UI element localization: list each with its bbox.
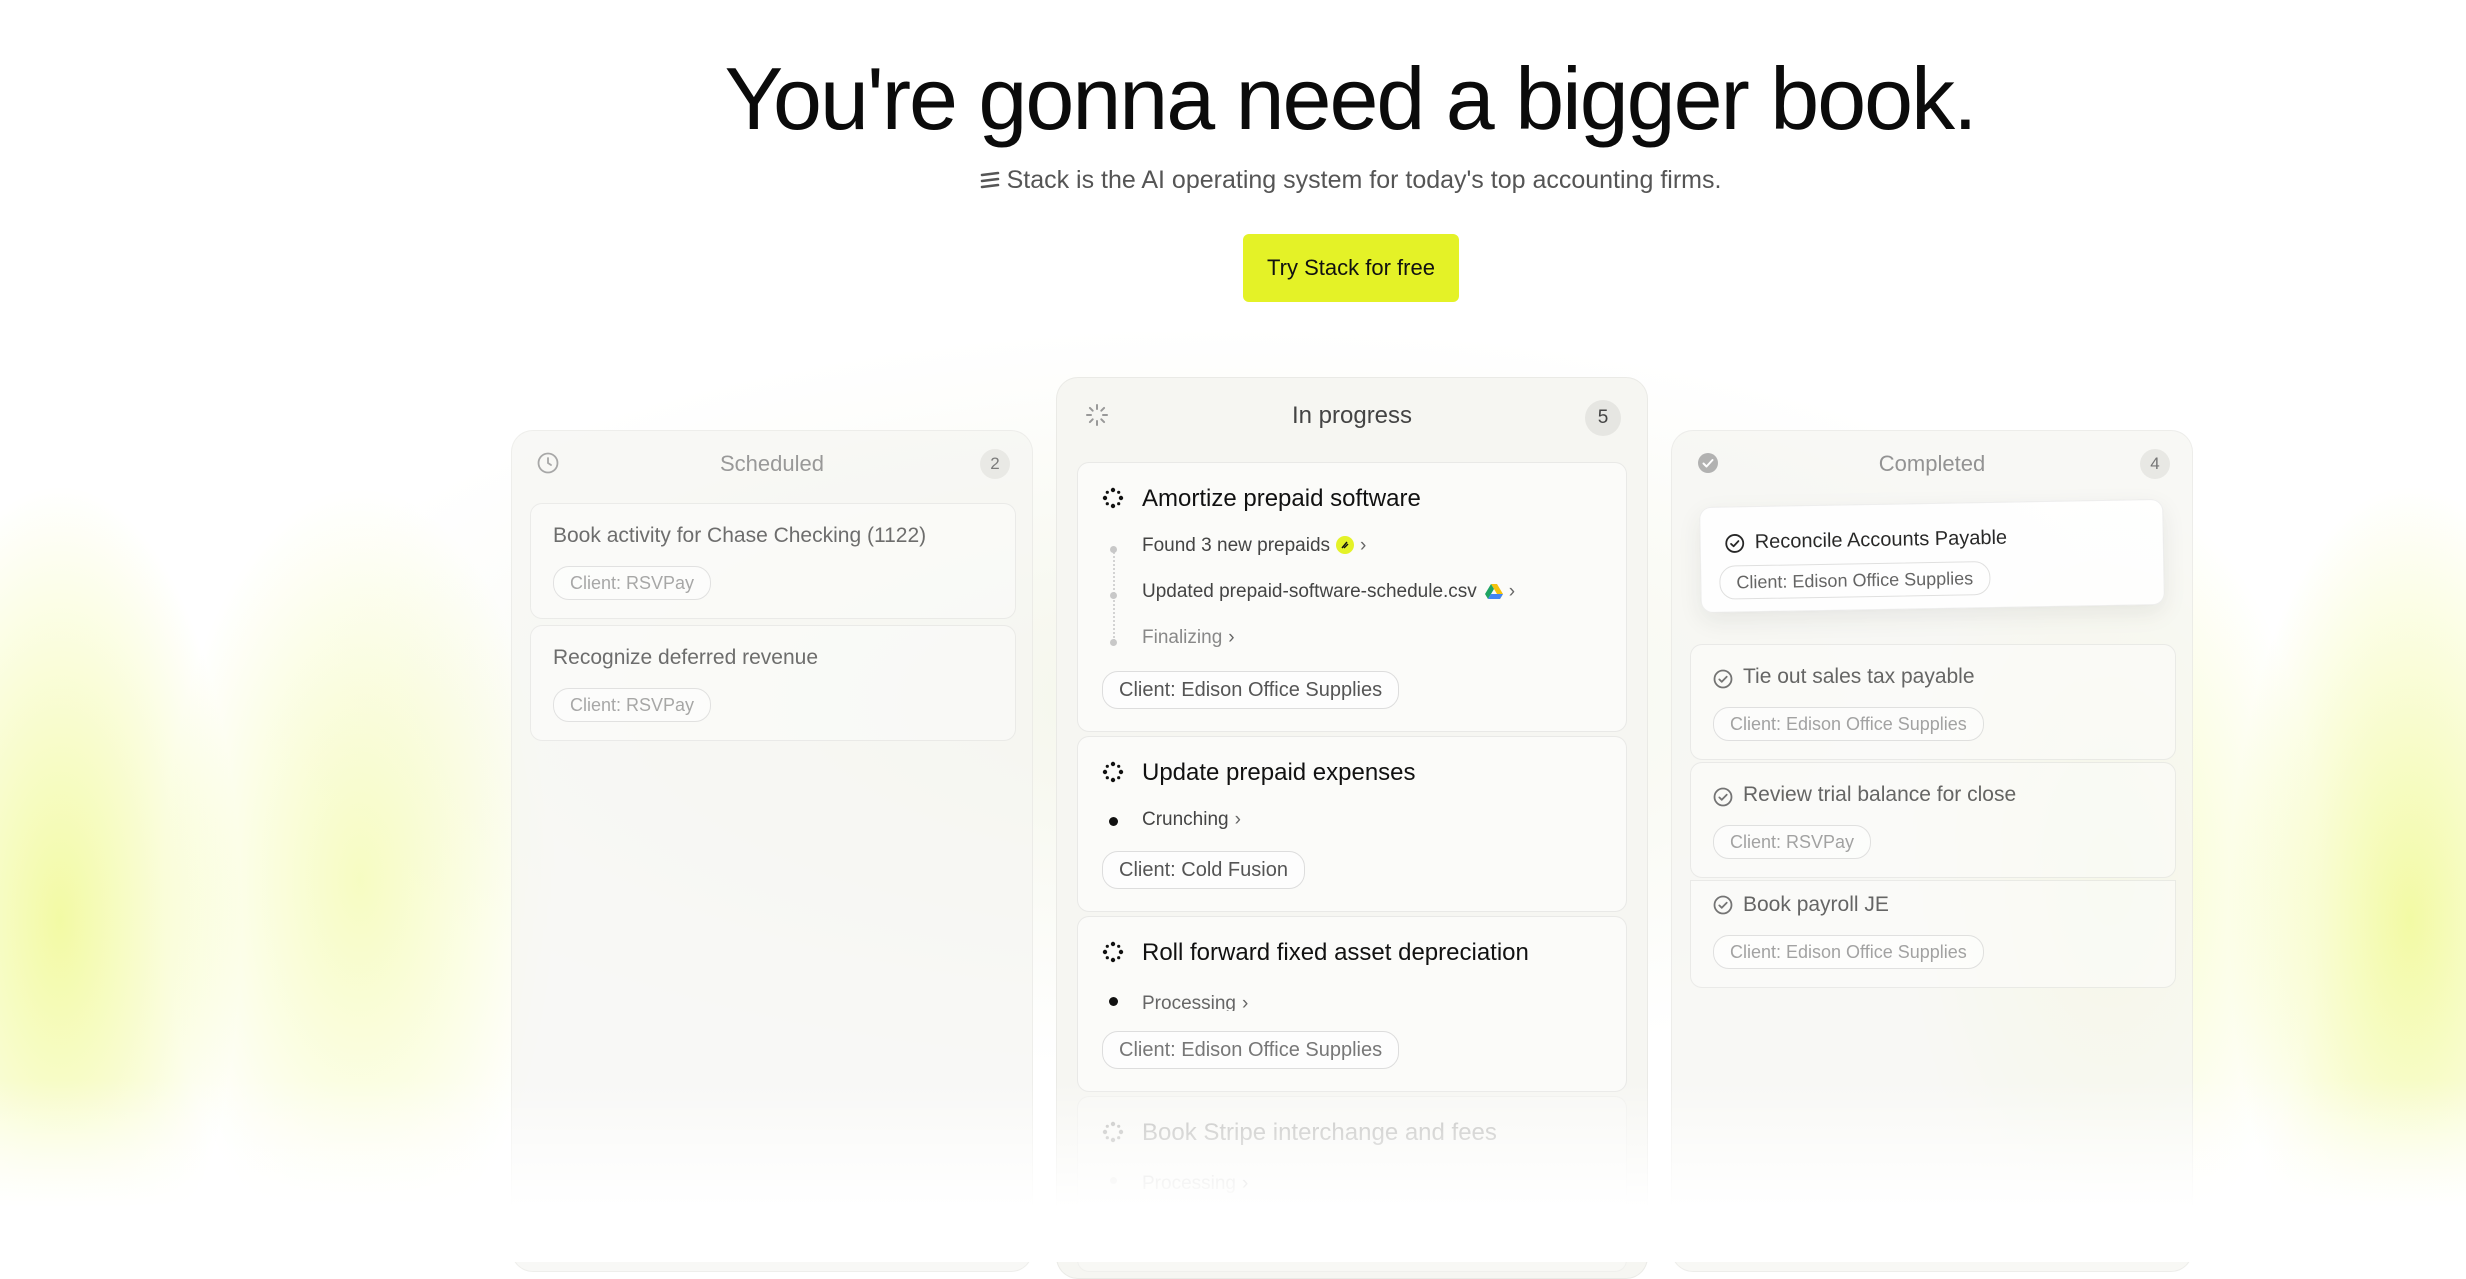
column-in-progress: In progress 5 Amortize prepaid software … <box>1056 377 1648 1279</box>
activity-sparkle-icon <box>1102 761 1124 788</box>
google-drive-icon <box>1484 583 1503 605</box>
task-title: Amortize prepaid software <box>1142 485 1421 512</box>
stack-logo-icon <box>979 170 1001 199</box>
step-label: Processing <box>1142 1173 1236 1194</box>
client-tag: Client: Cold Fusion <box>1102 851 1305 889</box>
task-title: Tie out sales tax payable <box>1743 665 1975 688</box>
task-title: Review trial balance for close <box>1743 783 2017 806</box>
step-item[interactable]: Finalizing › <box>1142 627 1235 649</box>
step-item[interactable]: Crunching › <box>1142 809 1241 831</box>
task-title: Recognize deferred revenue <box>553 646 819 669</box>
step-label: Processing <box>1142 993 1236 1011</box>
client-tag: Client: RSVPay <box>1713 825 1872 859</box>
column-title: In progress <box>1291 402 1413 429</box>
step-dot <box>1110 639 1117 646</box>
quickbooks-icon <box>1336 536 1355 554</box>
task-title: Book activity for Chase Checking (1122) <box>553 524 927 547</box>
client-tag: Client: RSVPay <box>553 566 712 600</box>
client-tag: Client: RSVPay <box>553 688 712 722</box>
hero-title: You're gonna need a bigger book. <box>724 49 1977 148</box>
step-dot <box>1110 592 1117 599</box>
chevron-right-icon: › <box>1242 1173 1249 1194</box>
task-card[interactable]: Roll forward fixed asset depreciation Pr… <box>1077 916 1627 1092</box>
column-title: Completed <box>1878 451 1986 476</box>
task-title: Reconcile Accounts Payable <box>1754 526 2008 554</box>
column-completed: Completed 4 Reconcile Accounts Payable C… <box>1671 430 2193 1272</box>
activity-sparkle-icon <box>1102 487 1124 514</box>
step-dot <box>1109 817 1118 826</box>
step-item[interactable]: Processing › <box>1142 993 1248 1011</box>
count-badge: 2 <box>980 449 1010 479</box>
chevron-right-icon: › <box>1242 993 1249 1011</box>
client-tag: Client: Edison Office Supplies <box>1713 935 1984 969</box>
check-circle-icon <box>1713 669 1733 694</box>
activity-sparkle-icon <box>1102 1121 1124 1148</box>
check-circle-icon <box>1725 533 1745 558</box>
hero-subtitle: Stack is the AI operating system for tod… <box>0 166 2466 199</box>
chevron-right-icon: › <box>1360 535 1367 556</box>
step-label: Updated prepaid-software-schedule.csv <box>1142 581 1477 602</box>
task-card[interactable]: Amortize prepaid software Found 3 new pr… <box>1077 462 1627 732</box>
check-circle-icon <box>1713 787 1733 812</box>
activity-sparkle-icon <box>1102 941 1124 968</box>
task-card[interactable]: Book activity for Chase Checking (1122) … <box>530 503 1016 619</box>
task-card[interactable]: Recognize deferred revenue Client: RSVPa… <box>530 625 1016 741</box>
step-dot <box>1110 546 1117 553</box>
column-scheduled: Scheduled 2 Book activity for Chase Chec… <box>511 430 1033 1272</box>
client-tag: Client: Edison Office Supplies <box>1719 560 1991 600</box>
client-tag: Client: Edison Office Supplies <box>1713 707 1984 741</box>
step-item[interactable]: Processing › <box>1142 1173 1248 1195</box>
step-dot <box>1109 997 1118 1006</box>
step-label: Found 3 new prepaids <box>1142 535 1331 556</box>
hero-subtitle-text: Stack is the AI operating system for tod… <box>1006 166 1722 194</box>
task-card[interactable]: Tie out sales tax payable Client: Edison… <box>1690 644 2176 760</box>
count-badge: 5 <box>1585 400 1621 436</box>
chevron-right-icon: › <box>1508 581 1516 602</box>
task-title: Book payroll JE <box>1743 893 1889 916</box>
task-title: Update prepaid expenses <box>1142 759 1416 786</box>
try-stack-button[interactable]: Try Stack for free <box>1243 234 1459 302</box>
task-card[interactable]: Book Stripe interchange and fees Process… <box>1077 1096 1627 1272</box>
step-label: Crunching <box>1142 809 1229 830</box>
client-tag: Client: Edison Office Supplies <box>1102 671 1400 709</box>
task-card[interactable]: Review trial balance for close Client: R… <box>1690 762 2176 878</box>
step-item[interactable]: Found 3 new prepaids › <box>1142 535 1366 557</box>
chevron-right-icon: › <box>1228 627 1235 648</box>
step-label: Finalizing <box>1142 627 1223 648</box>
client-tag: Client: Edison Office Supplies <box>1102 1031 1400 1069</box>
task-card[interactable]: Update prepaid expenses Crunching › Clien… <box>1077 736 1627 912</box>
step-dot <box>1110 1177 1117 1184</box>
step-item[interactable]: Updated prepaid-software-schedule.csv › <box>1142 581 1515 605</box>
chevron-right-icon: › <box>1234 809 1241 830</box>
count-badge: 4 <box>2140 449 2170 479</box>
task-title: Roll forward fixed asset depreciation <box>1142 939 1529 966</box>
task-card[interactable]: Book payroll JE Client: Edison Office Su… <box>1690 880 2176 988</box>
task-title: Book Stripe interchange and fees <box>1142 1119 1497 1146</box>
check-circle-icon <box>1713 895 1733 920</box>
task-card[interactable]: Reconcile Accounts Payable Client: Ediso… <box>1699 498 2165 614</box>
column-title: Scheduled <box>720 451 824 476</box>
